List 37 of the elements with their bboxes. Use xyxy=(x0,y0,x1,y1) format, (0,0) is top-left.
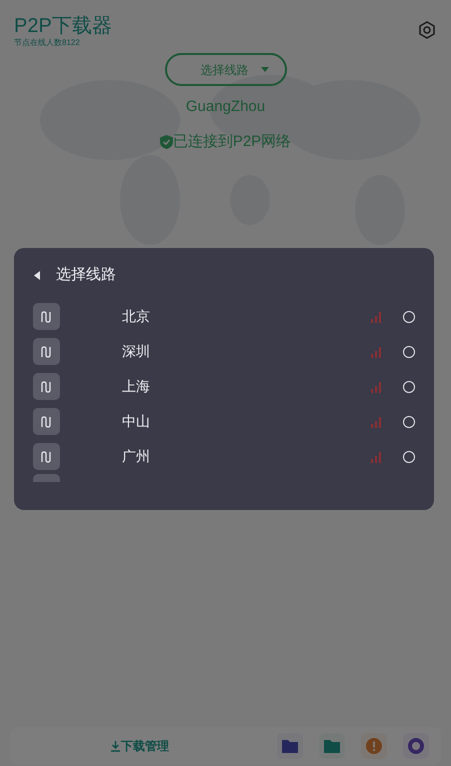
route-item[interactable]: 中山 xyxy=(14,404,434,439)
radio-button[interactable] xyxy=(403,346,415,358)
radio-button[interactable] xyxy=(403,310,415,322)
wave-icon xyxy=(40,344,54,358)
wave-icon xyxy=(40,414,54,428)
connection-status: 已连接到P2P网络 xyxy=(172,132,292,152)
route-name: 中山 xyxy=(122,412,150,431)
folder-download-icon[interactable] xyxy=(277,733,303,759)
route-name: 北京 xyxy=(122,307,150,326)
signal-icon xyxy=(370,310,382,322)
location-text: GuangZhou xyxy=(186,97,266,117)
radio-button[interactable] xyxy=(403,450,415,462)
route-item[interactable]: 深圳 xyxy=(14,334,434,369)
route-name: 上海 xyxy=(122,377,150,396)
settings-icon[interactable] xyxy=(417,20,437,40)
radio-button[interactable] xyxy=(403,416,415,428)
wave-icon xyxy=(40,450,54,464)
wave-icon xyxy=(40,310,54,324)
dialog-title: 选择线路 xyxy=(56,264,116,285)
signal-icon xyxy=(370,346,382,358)
route-item[interactable]: 北京 xyxy=(14,299,434,334)
signal-icon xyxy=(370,380,382,392)
route-item[interactable]: 上海 xyxy=(14,369,434,404)
back-icon[interactable] xyxy=(34,270,40,280)
signal-icon xyxy=(370,416,382,428)
app-title: P2P下载器 xyxy=(14,14,112,38)
wave-icon xyxy=(40,380,54,394)
ring-icon[interactable] xyxy=(403,733,429,759)
signal-icon xyxy=(370,450,382,462)
route-name: 深圳 xyxy=(122,342,150,361)
caret-icon xyxy=(260,67,268,72)
download-icon xyxy=(110,740,121,752)
radio-button[interactable] xyxy=(403,380,415,392)
shield-check-icon xyxy=(160,134,173,149)
online-count: 节点在线人数8122 xyxy=(14,38,81,48)
route-name: 广州 xyxy=(122,447,150,466)
route-item[interactable]: 广州 xyxy=(14,439,434,474)
